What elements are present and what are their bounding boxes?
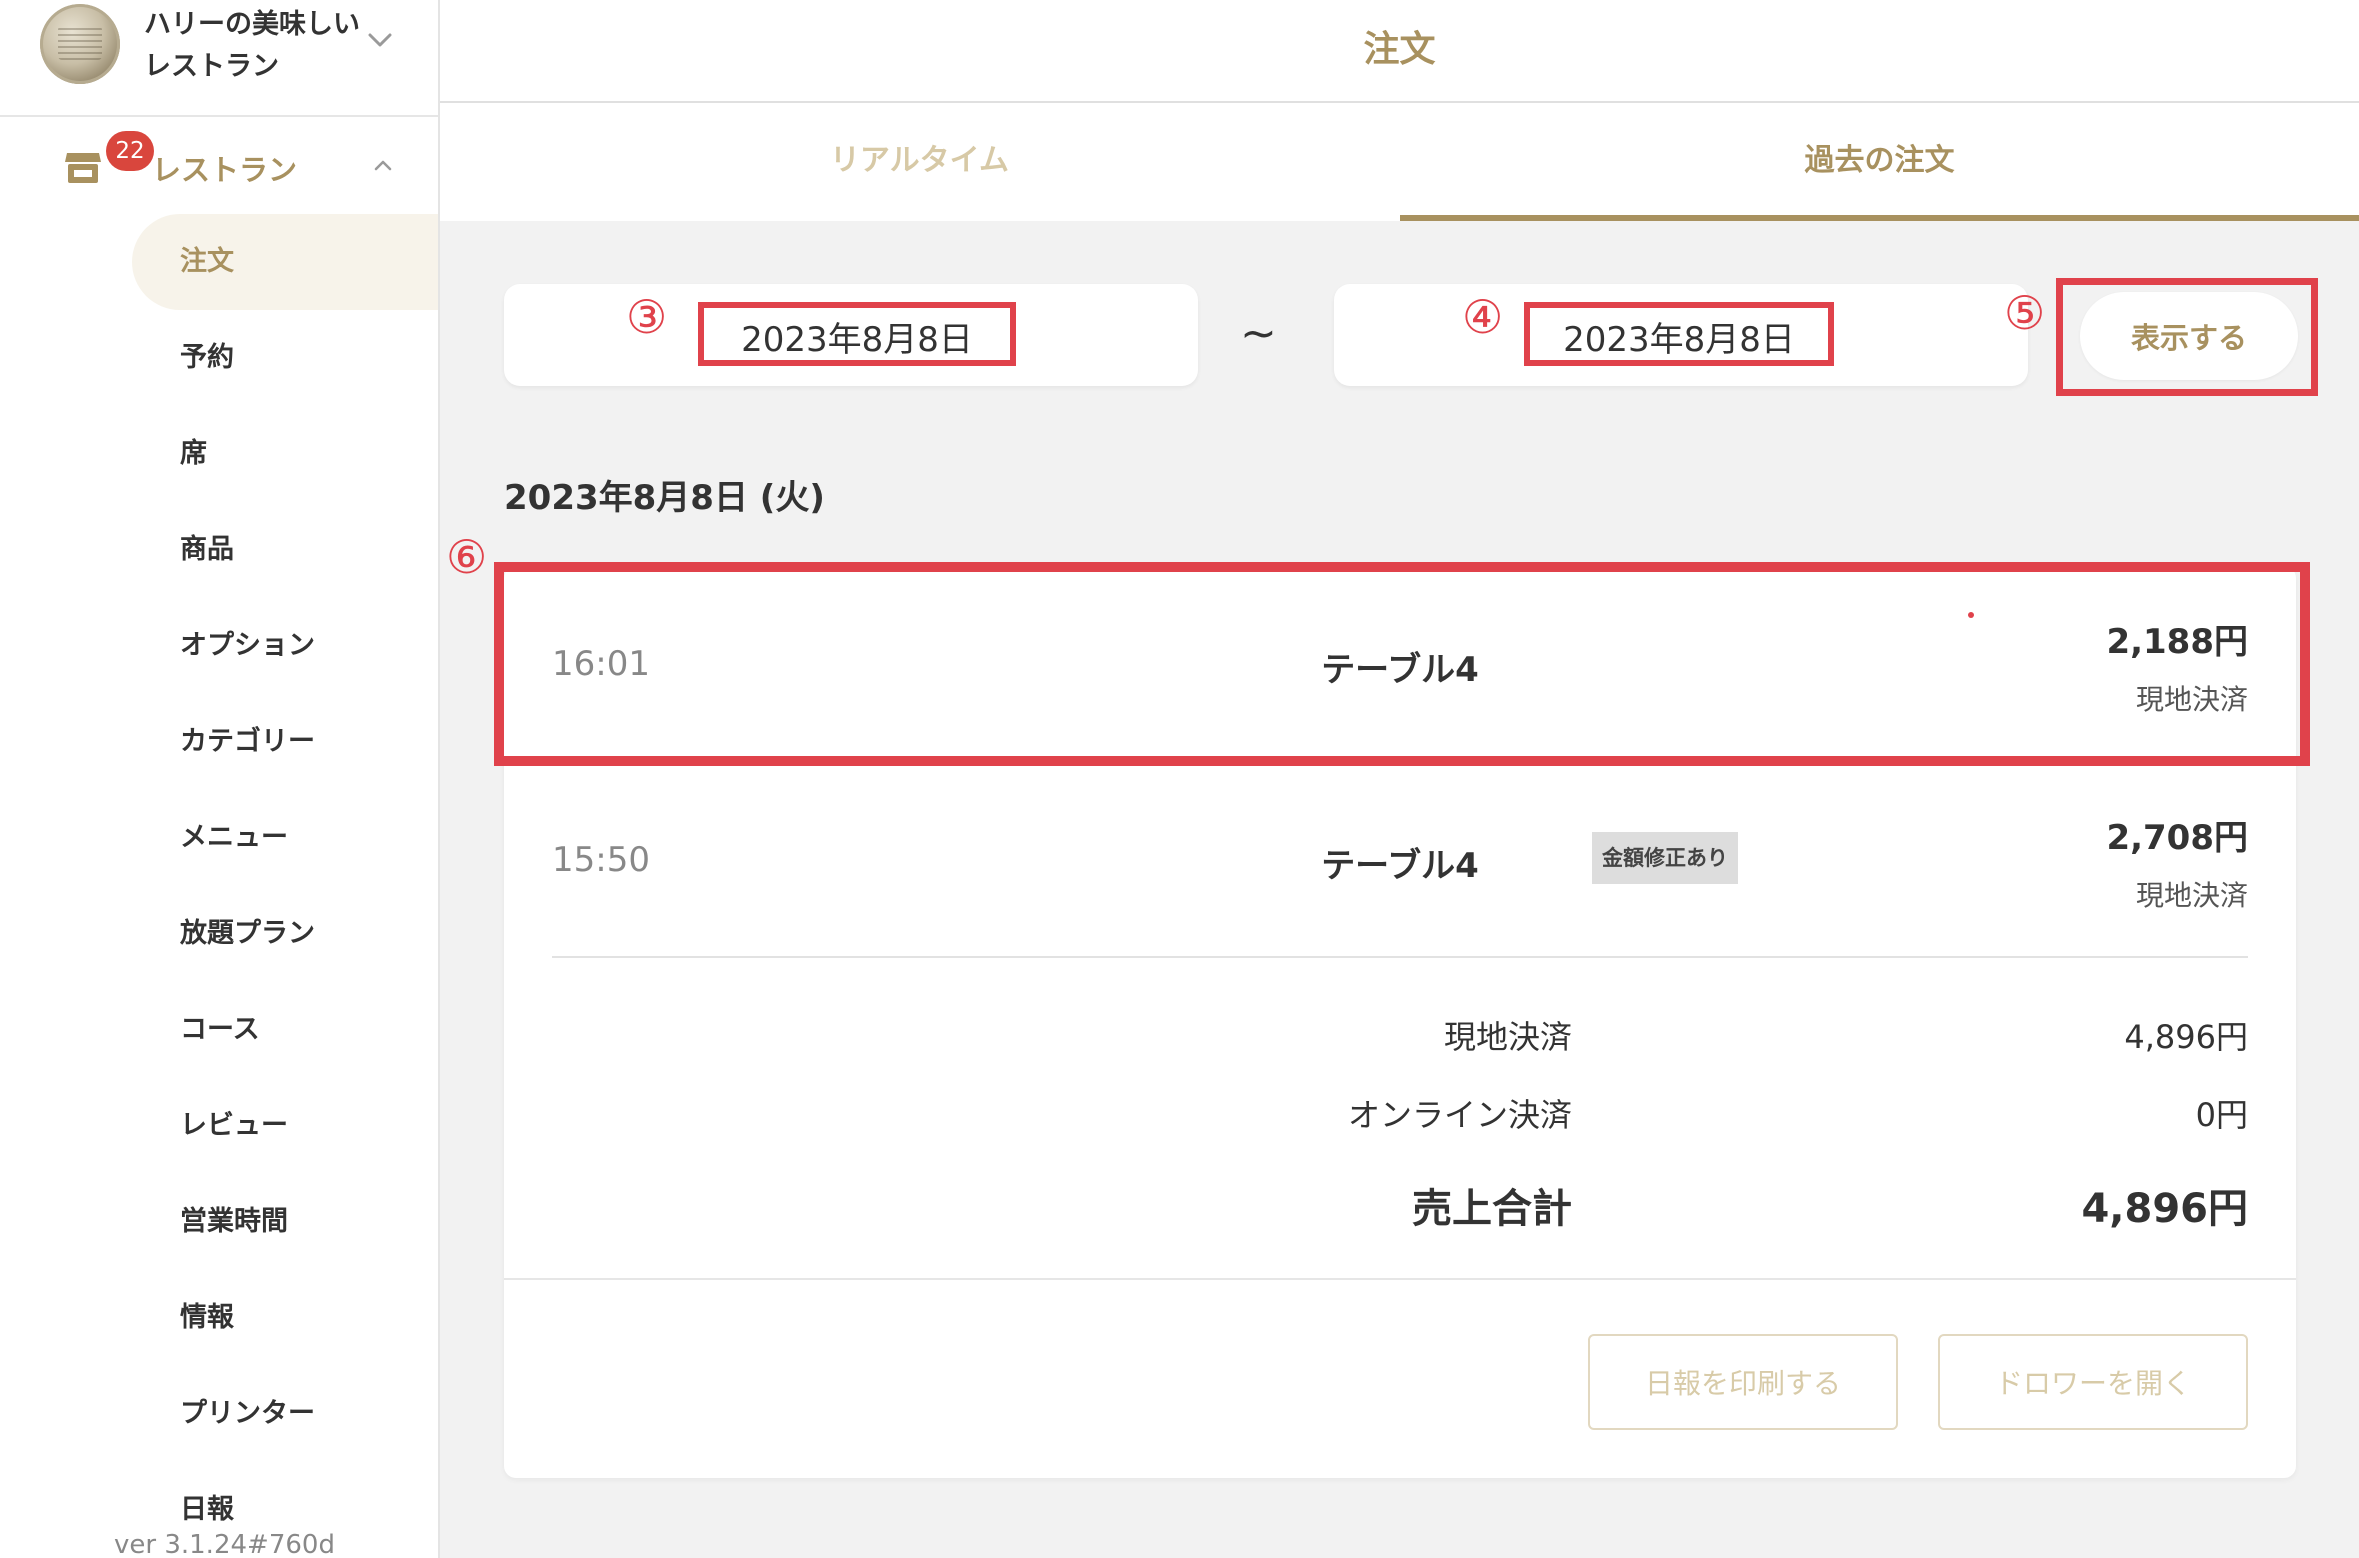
summary-onsite-value: 4,896円 xyxy=(2124,1018,2248,1056)
notification-badge: 22 xyxy=(106,131,154,171)
date-range-separator: ~ xyxy=(1240,308,1277,359)
sidebar-item-all-you-can-plans[interactable]: 放題プラン xyxy=(132,886,438,982)
summary-onsite-label: 現地決済 xyxy=(1443,1018,1572,1056)
summary-online-value: 0円 xyxy=(2195,1096,2248,1134)
order-row[interactable]: 15:50 テーブル4 金額修正あり 2,708円 現地決済 xyxy=(504,762,2296,958)
top-bar: 注文 xyxy=(440,0,2359,103)
sidebar-item-printer[interactable]: プリンター xyxy=(132,1366,438,1462)
status-badge: 金額修正あり xyxy=(1592,832,1738,884)
store-name-line1: ハリーの美味しい xyxy=(144,9,360,40)
order-table: テーブル4 xyxy=(1321,650,1479,690)
divider xyxy=(504,1278,2296,1280)
tab-realtime[interactable]: リアルタイム xyxy=(440,103,1399,221)
sidebar-item-categories[interactable]: カテゴリー xyxy=(132,694,438,790)
sidebar-item-courses[interactable]: コース xyxy=(132,982,438,1078)
store-name-line2: レストラン xyxy=(144,51,279,82)
summary-total-label: 売上合計 xyxy=(1412,1186,1572,1232)
chevron-up-icon[interactable] xyxy=(370,153,396,179)
order-payment-method: 現地決済 xyxy=(2135,879,2248,912)
sidebar-item-options[interactable]: オプション xyxy=(132,598,438,694)
sidebar-item-orders[interactable]: 注文 xyxy=(132,214,438,310)
sidebar-item-business-hours[interactable]: 営業時間 xyxy=(132,1174,438,1270)
sidebar-item-info[interactable]: 情報 xyxy=(132,1270,438,1366)
sidebar-item-reservations[interactable]: 予約 xyxy=(132,310,438,406)
open-drawer-button[interactable]: ドロワーを開く xyxy=(1938,1334,2248,1430)
store-icon xyxy=(64,149,102,185)
show-button[interactable]: 表示する xyxy=(2080,292,2298,380)
chevron-down-icon[interactable] xyxy=(366,26,394,54)
tab-past-orders[interactable]: 過去の注文 xyxy=(1400,103,2359,221)
orders-card: 16:01 テーブル4 2,188円 現地決済 15:50 テーブル4 金額修正… xyxy=(504,566,2296,1478)
order-payment-method: 現地決済 xyxy=(2135,683,2248,716)
order-time: 15:50 xyxy=(552,840,650,880)
annotation-marker-5: ⑤ xyxy=(2004,286,2046,340)
app-version: ver 3.1.24#760d xyxy=(114,1530,335,1558)
order-tabs: リアルタイム 過去の注文 xyxy=(440,103,2359,221)
order-table: テーブル4 xyxy=(1321,846,1479,886)
order-time: 16:01 xyxy=(552,644,650,684)
sidebar-item-products[interactable]: 商品 xyxy=(132,502,438,598)
print-daily-report-button[interactable]: 日報を印刷する xyxy=(1588,1334,1898,1430)
end-date-value: 2023年8月8日 xyxy=(1524,302,1834,366)
page-title: 注文 xyxy=(1363,29,1436,70)
annotation-marker-3: ③ xyxy=(626,290,668,344)
store-switcher[interactable]: ハリーの美味しい レストラン xyxy=(0,0,438,117)
sidebar-item-seats[interactable]: 席 xyxy=(132,406,438,502)
sidebar-section-restaurant[interactable]: レストラン xyxy=(0,135,438,197)
summary-online-label: オンライン決済 xyxy=(1347,1096,1572,1134)
store-avatar xyxy=(40,4,120,84)
start-date-value: 2023年8月8日 xyxy=(698,302,1016,366)
store-name: ハリーの美味しい レストラン xyxy=(144,4,374,88)
sidebar-section-label: レストラン xyxy=(152,153,298,187)
annotation-dot xyxy=(1968,612,1974,618)
annotation-marker-4: ④ xyxy=(1462,290,1504,344)
day-heading: 2023年8月8日 (火) xyxy=(504,478,825,518)
start-date-field[interactable]: 2023年8月8日 xyxy=(504,284,1198,386)
order-row[interactable]: 16:01 テーブル4 2,188円 現地決済 xyxy=(504,566,2296,762)
divider xyxy=(552,956,2248,958)
sidebar: ハリーの美味しい レストラン レストラン 22 注文 予約 席 商品 オプション… xyxy=(0,0,440,1558)
sidebar-item-reviews[interactable]: レビュー xyxy=(132,1078,438,1174)
summary-total-value: 4,896円 xyxy=(2081,1186,2248,1232)
end-date-field[interactable]: 2023年8月8日 xyxy=(1334,284,2028,386)
order-amount: 2,708円 xyxy=(2106,818,2248,858)
annotation-marker-6: ⑥ xyxy=(446,530,488,584)
sidebar-item-menu[interactable]: メニュー xyxy=(132,790,438,886)
order-amount: 2,188円 xyxy=(2106,622,2248,662)
